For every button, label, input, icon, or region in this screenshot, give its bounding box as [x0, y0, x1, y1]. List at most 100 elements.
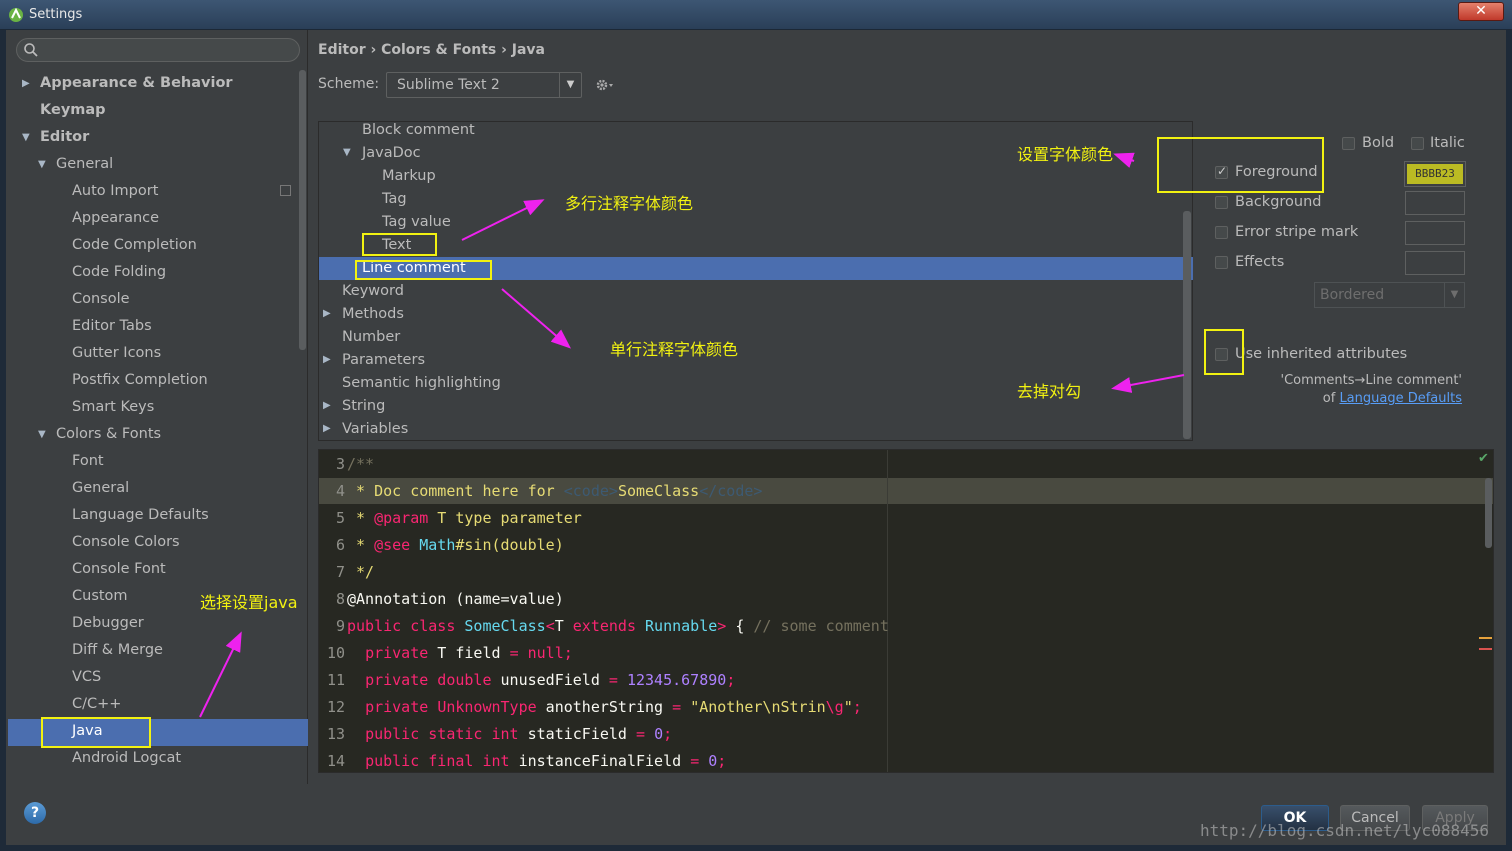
error-stripe-color-swatch[interactable] — [1405, 221, 1465, 245]
settings-tree-panel: Appearance & Behavior ▶ Keymap Editor ▼ Gener… — [8, 30, 308, 784]
code-text: * Doc comment here for <code>SomeClass</… — [347, 482, 763, 500]
gear-icon[interactable] — [594, 76, 616, 94]
code-line: 8 @Annotation (name=value) — [319, 586, 564, 613]
italic-label: Italic — [1430, 135, 1465, 151]
line-number: 8 — [335, 590, 345, 608]
chevron-right-icon[interactable]: ▶ — [323, 308, 331, 319]
tree-item[interactable]: Keymap — [40, 97, 106, 124]
annotation-box-java — [41, 717, 151, 748]
tree-item[interactable]: Font — [72, 448, 104, 475]
tree-item[interactable]: General — [56, 151, 113, 178]
code-text: @Annotation (name=value) — [347, 590, 564, 608]
attribute-item[interactable]: Methods — [342, 303, 404, 326]
scheme-dropdown[interactable]: Sublime Text 2 ▼ — [386, 72, 582, 98]
attribute-item[interactable]: Tag value — [382, 211, 451, 234]
tree-item[interactable]: Diff & Merge — [72, 637, 163, 664]
attribute-item[interactable]: Markup — [382, 165, 436, 188]
search-input[interactable] — [16, 38, 300, 62]
code-line: 3/** — [319, 451, 374, 478]
effects-color-swatch[interactable] — [1405, 251, 1465, 275]
tree-item[interactable]: Console Colors — [72, 529, 180, 556]
attribute-item[interactable]: Variables — [342, 418, 408, 441]
annotation-box-foreground — [1157, 137, 1324, 193]
use-inherited-label: Use inherited attributes — [1235, 346, 1408, 362]
tree-item[interactable]: Editor — [40, 124, 89, 151]
attribute-item[interactable]: Block comment — [362, 119, 475, 142]
tree-item[interactable]: Editor Tabs — [72, 313, 152, 340]
window-title: Settings — [29, 7, 83, 22]
effects-type-dropdown[interactable]: Bordered ▼ — [1314, 282, 1465, 308]
error-stripe-marker[interactable] — [1479, 637, 1492, 639]
tree-item[interactable]: Appearance & Behavior — [40, 70, 233, 97]
chevron-down-icon[interactable]: ▼ — [22, 133, 32, 143]
code-preview[interactable]: 3/** 4 * Doc comment here for <code>SomeC… — [318, 449, 1494, 773]
code-text: */ — [347, 563, 375, 581]
chevron-down-icon[interactable]: ▼ — [38, 160, 48, 170]
tree-item[interactable]: C/C++ — [72, 691, 121, 718]
foreground-color-swatch[interactable]: BBBB23 — [1404, 161, 1466, 187]
attribute-item[interactable]: Keyword — [342, 280, 404, 303]
tree-item[interactable]: General — [72, 475, 129, 502]
code-text: private UnknownType anotherString = "Ano… — [365, 698, 862, 716]
tree-item[interactable]: Smart Keys — [72, 394, 154, 421]
error-stripe-checkbox[interactable] — [1215, 226, 1228, 239]
italic-checkbox[interactable] — [1411, 137, 1424, 150]
attribute-item[interactable]: Semantic highlighting — [342, 372, 501, 395]
tree-item[interactable]: Android Logcat — [72, 745, 181, 772]
attribute-item[interactable]: Number — [342, 326, 400, 349]
background-checkbox[interactable] — [1215, 196, 1228, 209]
attribute-item[interactable]: Parameters — [342, 349, 425, 372]
line-number: 12 — [326, 698, 345, 716]
scheme-label: Scheme: — [318, 76, 380, 92]
line-number: 14 — [326, 752, 345, 770]
check-icon: ✔ — [1478, 451, 1489, 466]
bold-checkbox[interactable] — [1342, 137, 1355, 150]
code-text: /** — [347, 455, 375, 473]
preview-scrollbar[interactable] — [1485, 478, 1492, 548]
chevron-right-icon[interactable]: ▶ — [323, 423, 331, 434]
tree-item[interactable]: Debugger — [72, 610, 144, 637]
annotation-font-color: 设置字体颜色 — [1017, 145, 1114, 164]
error-stripe-marker[interactable] — [1479, 648, 1492, 650]
chevron-right-icon[interactable]: ▶ — [323, 400, 331, 411]
line-number: 11 — [326, 671, 345, 689]
close-button[interactable]: ✕ — [1458, 2, 1504, 21]
code-line: 4 * Doc comment here for <code>SomeClass… — [319, 478, 762, 505]
code-line: 6 * @see Math#sin(double) — [319, 532, 564, 559]
attribute-item[interactable]: String — [342, 395, 385, 418]
attributes-scrollbar[interactable] — [1183, 211, 1191, 439]
line-number: 5 — [335, 509, 345, 527]
line-number: 3 — [335, 455, 345, 473]
breadcrumb: Editor › Colors & Fonts › Java — [318, 42, 545, 58]
tree-item[interactable]: Code Completion — [72, 232, 197, 259]
tree-item[interactable]: Console — [72, 286, 130, 313]
code-line: 13 public static int staticField = 0; — [319, 721, 672, 748]
tree-item[interactable]: Console Font — [72, 556, 166, 583]
chevron-down-icon[interactable]: ▼ — [343, 147, 351, 158]
line-number: 7 — [335, 563, 345, 581]
chevron-down-icon[interactable]: ▼ — [38, 430, 48, 440]
tree-item[interactable]: Gutter Icons — [72, 340, 161, 367]
language-defaults-link[interactable]: Language Defaults — [1339, 391, 1462, 406]
tree-item[interactable]: Auto Import — [72, 178, 158, 205]
watermark: http://blog.csdn.net/lyc088456 — [1200, 821, 1489, 840]
chevron-right-icon[interactable]: ▶ — [323, 354, 331, 365]
code-line: 14 public final int instanceFinalField =… — [319, 748, 726, 772]
chevron-right-icon[interactable]: ▶ — [22, 79, 32, 89]
tree-item[interactable]: VCS — [72, 664, 101, 691]
tree-scrollbar[interactable] — [299, 70, 306, 350]
attribute-item[interactable]: JavaDoc — [362, 142, 421, 165]
tree-item[interactable]: Custom — [72, 583, 128, 610]
tree-item[interactable]: Language Defaults — [72, 502, 209, 529]
inherited-note: 'Comments→Line comment' of Language Defa… — [1200, 372, 1463, 408]
help-button[interactable]: ? — [24, 802, 46, 824]
tree-item[interactable]: Postfix Completion — [72, 367, 208, 394]
scheme-value: Sublime Text 2 — [397, 77, 500, 93]
attribute-item[interactable]: Tag — [382, 188, 407, 211]
tree-item[interactable]: Appearance — [72, 205, 159, 232]
background-color-swatch[interactable] — [1405, 191, 1465, 215]
tree-item[interactable]: Colors & Fonts — [56, 421, 161, 448]
code-line: 11 private double unusedField = 12345.67… — [319, 667, 735, 694]
tree-item[interactable]: Code Folding — [72, 259, 166, 286]
effects-checkbox[interactable] — [1215, 256, 1228, 269]
